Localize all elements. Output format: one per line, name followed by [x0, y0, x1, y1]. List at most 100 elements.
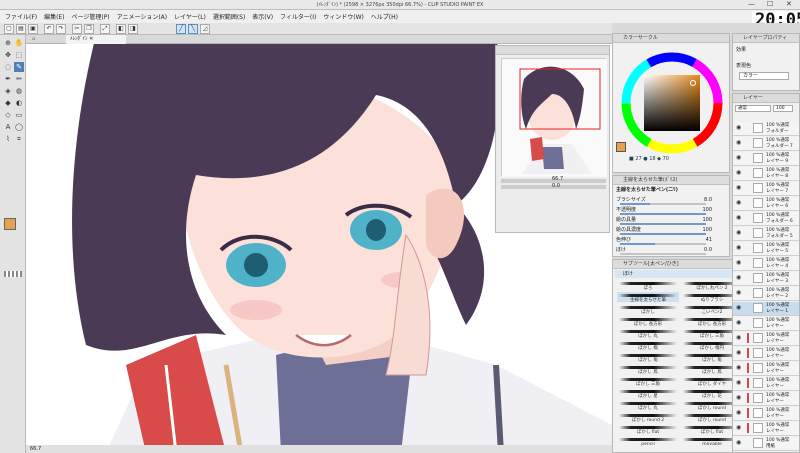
correct-line-icon[interactable]: ⌇: [3, 134, 13, 144]
tool-property-row[interactable]: 絵の具濃度 100: [616, 226, 726, 235]
zoom-icon[interactable]: ⊕: [3, 38, 13, 48]
eye-icon[interactable]: ◉: [736, 440, 742, 446]
layer-row[interactable]: ◉ 100 %通常 レイヤー 6: [733, 197, 799, 211]
layer-row[interactable]: ◉ 100 %通常 レイヤー 4: [733, 257, 799, 271]
eye-icon[interactable]: ◉: [736, 185, 742, 191]
eye-icon[interactable]: ◉: [736, 320, 742, 326]
eye-icon[interactable]: ◉: [736, 365, 742, 371]
lasso-icon[interactable]: ◌: [3, 62, 13, 72]
eye-icon[interactable]: ◉: [736, 245, 742, 251]
tool-property-slider[interactable]: [620, 253, 706, 255]
brush-item[interactable]: ぼろ: [617, 280, 679, 291]
eye-icon[interactable]: ◉: [736, 290, 742, 296]
layer-row[interactable]: ◉ 100 %通常 レイヤー 9: [733, 152, 799, 166]
layer-row[interactable]: ◉ 100 %通常 用紙: [733, 437, 799, 451]
layer-row[interactable]: ◉ 100 %通常 レイヤー: [733, 362, 799, 376]
clip-icon[interactable]: ◨: [128, 24, 138, 34]
sub-tool-group[interactable]: ぼけ: [615, 270, 745, 278]
brush-item[interactable]: ぼかし 長方形: [617, 316, 679, 327]
ruler-tool-icon[interactable]: ▭: [14, 110, 24, 120]
copy-icon[interactable]: ❐: [84, 24, 94, 34]
eye-icon[interactable]: ◉: [736, 230, 742, 236]
minimize-button[interactable]: —: [748, 0, 755, 8]
brush-item[interactable]: ぼかし 星: [617, 388, 679, 399]
tab-canvas[interactable]: ﾒﾚﾝﾀﾞｲﾝ ✕: [66, 35, 126, 44]
eye-icon[interactable]: ◉: [736, 260, 742, 266]
menu-animation[interactable]: アニメーション(A): [117, 12, 168, 21]
stabilize-icon[interactable]: ╱: [176, 24, 186, 34]
eye-icon[interactable]: ◉: [736, 425, 742, 431]
tool-property-row[interactable]: 絵の具量 100: [616, 216, 726, 225]
brush-item[interactable]: ぼかし 角: [617, 352, 679, 363]
move-icon[interactable]: ✥: [3, 50, 13, 60]
menu-help[interactable]: ヘルプ(H): [371, 12, 398, 21]
eye-icon[interactable]: ◉: [736, 335, 742, 341]
open-file-icon[interactable]: ▤: [16, 24, 26, 34]
ruler-icon[interactable]: ◿: [200, 24, 210, 34]
menu-view[interactable]: 表示(V): [252, 12, 273, 21]
menu-page[interactable]: ページ管理(P): [71, 12, 109, 21]
layer-row[interactable]: ◉ 100 %通常 レイヤー: [733, 422, 799, 436]
blend-icon[interactable]: ◍: [14, 86, 24, 96]
eye-icon[interactable]: ◉: [736, 350, 742, 356]
menu-edit[interactable]: 編集(E): [44, 12, 64, 21]
shape-icon[interactable]: ◇: [3, 110, 13, 120]
save-icon[interactable]: ▣: [28, 24, 38, 34]
transparent-swatch[interactable]: [4, 271, 22, 277]
eyedropper-icon[interactable]: ⌗: [14, 134, 24, 144]
layer-row[interactable]: ◉ 100 %通常 レイヤー 5: [733, 242, 799, 256]
tool-property-slider[interactable]: [620, 213, 706, 215]
layer-row[interactable]: ◉ 100 %通常 フォルダー 7: [733, 137, 799, 151]
tool-property-row[interactable]: 不透明度 100: [616, 206, 726, 215]
maximize-button[interactable]: ☐: [767, 0, 773, 8]
snap-icon[interactable]: ╲: [188, 24, 198, 34]
undo-icon[interactable]: ↶: [44, 24, 54, 34]
menu-filter[interactable]: フィルター(I): [280, 12, 316, 21]
eye-icon[interactable]: ◉: [736, 305, 742, 311]
pen-icon[interactable]: ✒: [3, 74, 13, 84]
brush-item[interactable]: ぼかし 三角: [617, 376, 679, 387]
layer-opacity-field[interactable]: 100: [773, 105, 793, 112]
gradient-icon[interactable]: ◐: [14, 98, 24, 108]
layer-row[interactable]: ◉ 100 %通常 フォルダー 6: [733, 212, 799, 226]
color-wheel[interactable]: [613, 43, 731, 173]
brush-item[interactable]: ぼかし round 2: [617, 412, 679, 423]
layer-row[interactable]: ◉ 100 %通常 レイヤー: [733, 347, 799, 361]
tool-property-row[interactable]: ブラシサイズ 8.0: [616, 196, 726, 205]
menu-window[interactable]: ウィンドウ(W): [323, 12, 364, 21]
main-color-chip[interactable]: [616, 142, 626, 152]
tool-property-slider[interactable]: [620, 203, 706, 205]
eye-icon[interactable]: ◉: [736, 275, 742, 281]
tool-property-row[interactable]: ぼけ 0.0: [616, 246, 726, 255]
brush-item[interactable]: ぼかし 楕: [617, 340, 679, 351]
main-color-swatch[interactable]: [4, 218, 16, 230]
brush-item[interactable]: ぼかし flat: [617, 424, 679, 435]
brush-item[interactable]: ぼかし 丸: [617, 328, 679, 339]
eye-icon[interactable]: ◉: [736, 140, 742, 146]
layer-row[interactable]: ◉ 100 %通常 レイヤー 3: [733, 272, 799, 286]
close-button[interactable]: ✕: [786, 0, 792, 8]
eye-icon[interactable]: ◉: [736, 125, 742, 131]
new-file-icon[interactable]: ▢: [4, 24, 14, 34]
layer-row[interactable]: ◉ 100 %通常 レイヤー 2: [733, 287, 799, 301]
redo-icon[interactable]: ↷: [56, 24, 66, 34]
eye-icon[interactable]: ◉: [736, 215, 742, 221]
layer-row[interactable]: ◉ 100 %通常 レイヤー 8: [733, 167, 799, 181]
brush-icon[interactable]: ✎: [14, 62, 24, 72]
tool-property-slider[interactable]: [620, 233, 706, 235]
layer-row[interactable]: ◉ 100 %通常 レイヤー: [733, 317, 799, 331]
layer-row[interactable]: ◉ 100 %通常 レイヤー: [733, 377, 799, 391]
layer-row[interactable]: ◉ 100 %通常 レイヤー 1: [733, 302, 799, 316]
tool-property-slider[interactable]: [620, 223, 706, 225]
brush-item[interactable]: 主線を太らせた筆: [617, 292, 679, 303]
layer-row[interactable]: ◉ 100 %通常 フォルダー: [733, 122, 799, 136]
brush-item[interactable]: pencil: [617, 436, 679, 447]
clear-icon[interactable]: ✂: [72, 24, 82, 34]
eye-icon[interactable]: ◉: [736, 155, 742, 161]
layer-row[interactable]: ◉ 100 %通常 レイヤー: [733, 332, 799, 346]
text-icon[interactable]: A: [3, 122, 13, 132]
menu-selection[interactable]: 選択範囲(S): [213, 12, 246, 21]
brush-item[interactable]: ぼかし: [617, 304, 679, 315]
layer-row[interactable]: ◉ 100 %通常 レイヤー 7: [733, 182, 799, 196]
brush-item[interactable]: ぼかし 丸: [617, 400, 679, 411]
